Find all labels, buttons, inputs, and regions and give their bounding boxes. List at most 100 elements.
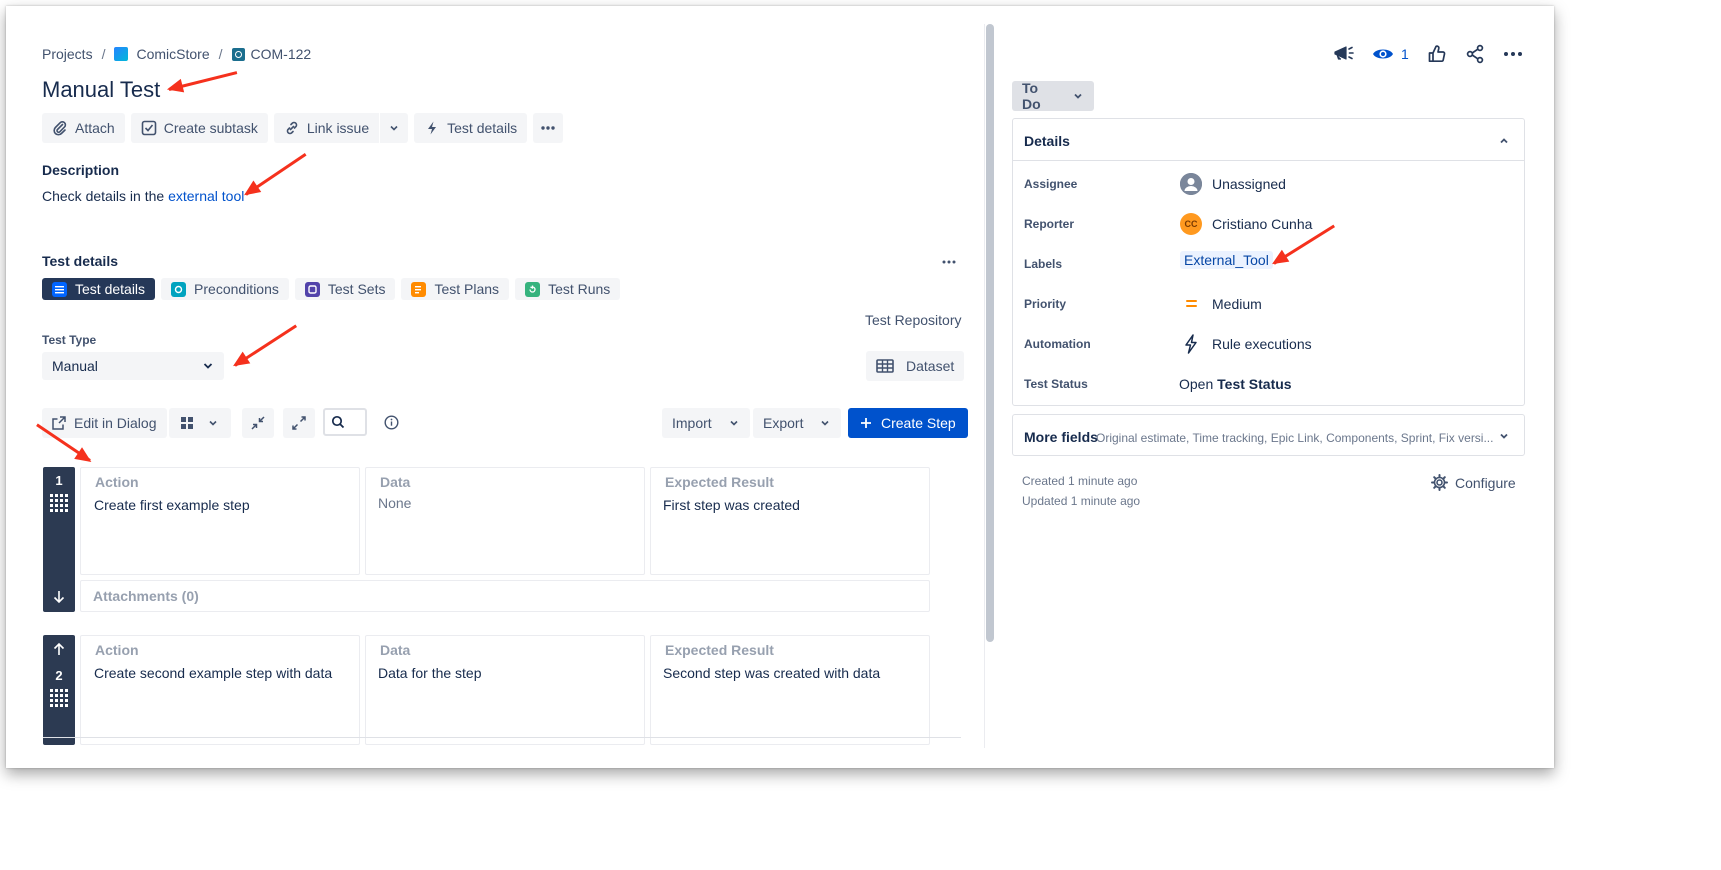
- left-column-scrollbar[interactable]: [986, 24, 994, 642]
- test-details-button[interactable]: Test details: [414, 113, 528, 143]
- test-status-field[interactable]: Open Test Status: [1179, 376, 1292, 392]
- more-fields-hint: Original estimate, Time tracking, Epic L…: [1096, 431, 1494, 445]
- info-icon[interactable]: [384, 415, 399, 430]
- step-2-data-cell[interactable]: Data Data for the step: [365, 635, 645, 745]
- thumbs-up-icon[interactable]: [1427, 44, 1447, 64]
- step-2-handle[interactable]: 2: [43, 635, 75, 745]
- link-issue-dropdown[interactable]: [380, 113, 409, 143]
- description-text-prefix: Check details in the: [42, 188, 169, 204]
- step-2-expected-cell[interactable]: Expected Result Second step was created …: [650, 635, 930, 745]
- step-1-attachments[interactable]: Attachments (0): [80, 580, 930, 612]
- test-repository-link[interactable]: Test Repository: [865, 312, 961, 328]
- priority-medium-icon: [1186, 300, 1197, 307]
- details-header[interactable]: Details: [1013, 119, 1524, 161]
- labels-label: Labels: [1024, 257, 1063, 271]
- list-icon: [52, 281, 67, 297]
- tab-test-details[interactable]: Test details: [42, 278, 156, 300]
- annotation-arrow: [168, 71, 238, 91]
- data-column-header: Data: [380, 642, 411, 658]
- chevron-down-icon: [1500, 433, 1508, 439]
- tab-test-plans[interactable]: Test Plans: [401, 278, 510, 300]
- import-button[interactable]: Import: [662, 408, 750, 438]
- labels-field[interactable]: External_Tool: [1180, 251, 1273, 270]
- annotation-arrow: [234, 324, 298, 367]
- chevron-down-icon: [1074, 93, 1082, 99]
- issue-view-window: Projects / ComicStore / COM-122 Manual T…: [6, 6, 1554, 768]
- export-label: Export: [763, 415, 804, 431]
- tab-label: Test Plans: [434, 281, 500, 297]
- issue-title[interactable]: Manual Test: [42, 77, 160, 103]
- step-1-action-cell[interactable]: Action Create first example step: [80, 467, 360, 575]
- subtask-icon: [141, 120, 157, 136]
- step-1-data-cell[interactable]: Data None: [365, 467, 645, 575]
- column-divider: [984, 24, 985, 748]
- drag-handle-icon[interactable]: [50, 494, 68, 512]
- details-panel: Details Assignee Unassigned Reporter CC …: [1012, 118, 1525, 406]
- view-layout-button[interactable]: [169, 408, 231, 438]
- test-details-more-icon[interactable]: [942, 259, 956, 265]
- step-number: 1: [55, 473, 63, 488]
- export-button[interactable]: Export: [753, 408, 842, 438]
- search-icon: [331, 415, 345, 429]
- assignee-label: Assignee: [1024, 177, 1078, 191]
- test-type-label: Test Type: [42, 333, 97, 347]
- breadcrumb-issue-key[interactable]: COM-122: [251, 46, 312, 62]
- breadcrumb-projects[interactable]: Projects: [42, 46, 93, 62]
- more-fields-panel[interactable]: More fields Original estimate, Time trac…: [1012, 414, 1525, 456]
- drag-handle-icon[interactable]: [50, 689, 68, 707]
- step-2-action-cell[interactable]: Action Create second example step with d…: [80, 635, 360, 745]
- status-button[interactable]: To Do: [1012, 80, 1094, 112]
- edit-in-dialog-label: Edit in Dialog: [74, 415, 157, 431]
- steps-search-input[interactable]: [323, 408, 367, 436]
- annotation-arrow: [245, 152, 307, 196]
- attach-label: Attach: [75, 120, 115, 136]
- breadcrumb-separator: /: [218, 46, 223, 62]
- feedback-megaphone-icon[interactable]: [1332, 44, 1354, 64]
- label-tag[interactable]: External_Tool: [1180, 251, 1273, 269]
- table-icon: [876, 359, 894, 373]
- watchers-count: 1: [1401, 46, 1409, 62]
- move-down-icon[interactable]: [53, 590, 65, 604]
- more-actions-button[interactable]: [533, 113, 564, 143]
- collapse-button[interactable]: [242, 408, 274, 438]
- link-issue-label: Link issue: [306, 120, 370, 136]
- link-issue-button[interactable]: Link issue: [273, 113, 380, 143]
- dataset-button[interactable]: Dataset: [866, 351, 965, 381]
- configure-button[interactable]: Configure: [1431, 474, 1516, 491]
- test-set-icon: [304, 281, 320, 297]
- edit-in-dialog-button[interactable]: Edit in Dialog: [42, 408, 167, 438]
- step-1-handle[interactable]: 1: [43, 467, 75, 612]
- external-tool-link[interactable]: external tool: [168, 188, 244, 204]
- share-icon[interactable]: [1465, 44, 1485, 64]
- expected-column-header: Expected Result: [665, 642, 774, 658]
- expected-column-header: Expected Result: [665, 474, 774, 490]
- test-type-select[interactable]: Manual: [42, 352, 224, 380]
- breadcrumb-project[interactable]: ComicStore: [136, 46, 209, 62]
- automation-field[interactable]: Rule executions: [1180, 333, 1312, 355]
- updated-timestamp: Updated 1 minute ago: [1022, 494, 1141, 508]
- expand-button[interactable]: [283, 408, 315, 438]
- move-up-icon[interactable]: [53, 642, 65, 656]
- description-text[interactable]: Check details in the external tool: [42, 188, 244, 204]
- paperclip-icon: [53, 121, 67, 136]
- attach-button[interactable]: Attach: [42, 113, 125, 143]
- collapse-icon: [251, 416, 265, 430]
- tab-test-runs[interactable]: Test Runs: [515, 278, 621, 300]
- assignee-field[interactable]: Unassigned: [1180, 173, 1286, 195]
- step-data: Data for the step: [378, 665, 482, 681]
- step-1-expected-cell[interactable]: Expected Result First step was created: [650, 467, 930, 575]
- tab-preconditions[interactable]: Preconditions: [161, 278, 289, 300]
- unassigned-avatar-icon: [1180, 173, 1202, 195]
- reporter-field[interactable]: CC Cristiano Cunha: [1180, 213, 1312, 235]
- more-icon[interactable]: [1503, 44, 1523, 64]
- create-step-button[interactable]: Create Step: [848, 408, 968, 438]
- expand-icon: [292, 416, 306, 430]
- tab-test-sets[interactable]: Test Sets: [294, 278, 396, 300]
- precondition-icon: [171, 281, 187, 297]
- test-plan-icon: [411, 281, 427, 297]
- create-subtask-button[interactable]: Create subtask: [130, 113, 268, 143]
- priority-field[interactable]: Medium: [1180, 293, 1262, 315]
- watch-button[interactable]: 1: [1372, 46, 1409, 62]
- lightning-icon: [428, 121, 437, 135]
- breadcrumb: Projects / ComicStore / COM-122: [42, 46, 311, 62]
